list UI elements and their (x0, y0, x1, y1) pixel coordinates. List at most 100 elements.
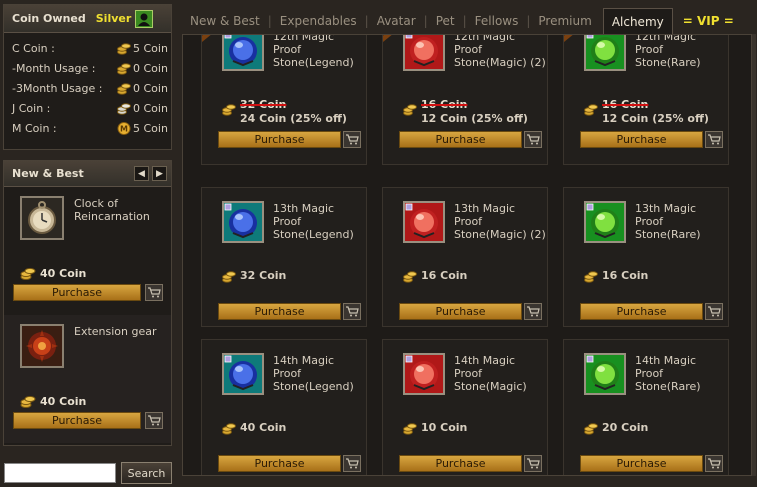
purchase-button[interactable]: Purchase (13, 284, 141, 301)
product-name: 14th Magic Proof Stone(Legend) (273, 354, 354, 393)
coin-row: -Month Usage : 0 Coin (4, 58, 171, 78)
cart-icon (147, 287, 161, 298)
tab-premium[interactable]: Premium (530, 14, 599, 28)
product-card: SALE 12th Magic Proof Stone(Rare) 16 Coin1… (563, 34, 729, 165)
item-name: Extension gear (74, 325, 157, 338)
coin-stack-icon (584, 271, 598, 283)
purchase-button[interactable]: Purchase (580, 303, 703, 320)
coin-row: C Coin : 5 Coin (4, 38, 171, 58)
product-grid: SALE 12th Magic Proof Stone(Legend) 32 Coi… (182, 34, 752, 476)
coin-value: 0 Coin (133, 81, 168, 95)
cart-button[interactable] (343, 455, 361, 472)
original-price: 32 Coin (240, 98, 287, 111)
scrollbar[interactable] (752, 34, 756, 476)
cart-button[interactable] (705, 303, 723, 320)
tab-alchemy[interactable]: Alchemy (602, 8, 673, 34)
coin-stack-icon (584, 104, 598, 116)
stone-item-image[interactable] (403, 353, 445, 395)
cart-icon (526, 306, 540, 317)
svg-text:M: M (120, 124, 128, 133)
stone-item-image[interactable] (222, 201, 264, 243)
product-card: 14th Magic Proof Stone(Rare) 20 Coin Purch… (563, 339, 729, 475)
product-price: 16 Coin (602, 269, 649, 282)
cart-button[interactable] (524, 131, 542, 148)
purchase-button[interactable]: Purchase (580, 455, 703, 472)
tab-new-best[interactable]: New & Best (182, 14, 268, 28)
coin-stack-icon (403, 104, 417, 116)
tab-vip[interactable]: = VIP = (683, 14, 734, 28)
new-best-item: Clock of Reincarnation 40 Coin Purchase (4, 187, 171, 315)
product-name: 13th Magic Proof Stone(Legend) (273, 202, 354, 241)
cart-icon (345, 306, 359, 317)
product-card: 14th Magic Proof Stone(Magic) 10 Coin Purc… (382, 339, 548, 475)
product-card: SALE 12th Magic Proof Stone(Magic) (2) 16 … (382, 35, 548, 165)
search-button[interactable]: Search (121, 462, 172, 484)
purchase-button[interactable]: Purchase (218, 455, 341, 472)
coin-row: M Coin : M 5 Coin (4, 118, 171, 138)
prev-arrow-button[interactable]: ◀ (134, 166, 149, 181)
search-input[interactable] (4, 463, 116, 483)
sale-badge: SALE (564, 35, 596, 42)
membership-tier: Silver (95, 12, 132, 25)
cart-icon (526, 458, 540, 469)
product-price: 16 Coin (421, 269, 468, 282)
purchase-button[interactable]: Purchase (580, 131, 703, 148)
sale-price: 24 Coin (25% off) (240, 112, 347, 125)
clock-item-image[interactable] (20, 196, 64, 240)
tab-fellows[interactable]: Fellows (467, 14, 527, 28)
extension-gear-item-image[interactable] (20, 324, 64, 368)
product-name: 12th Magic Proof Stone(Legend) (273, 34, 354, 69)
tab-expendables[interactable]: Expendables (272, 14, 365, 28)
product-card: SALE 12th Magic Proof Stone(Legend) 32 Coi… (201, 34, 367, 165)
coin-stack-icon (117, 62, 131, 75)
coin-stack-icon (20, 268, 36, 280)
cart-button[interactable] (343, 131, 361, 148)
stone-item-image[interactable] (584, 353, 626, 395)
item-price: 40 Coin (20, 267, 86, 280)
purchase-button[interactable]: Purchase (13, 412, 141, 429)
cart-button[interactable] (145, 284, 163, 301)
coin-label: J Coin : (12, 101, 51, 115)
cart-button[interactable] (524, 455, 542, 472)
coin-value: 0 Coin (133, 101, 168, 115)
cart-button[interactable] (524, 303, 542, 320)
coin-row: J Coin : 0 Coin (4, 98, 171, 118)
product-card: 14th Magic Proof Stone(Legend) 40 Coin Pur… (201, 339, 367, 475)
purchase-button[interactable]: Purchase (399, 303, 522, 320)
coin-stack-icon (117, 82, 131, 95)
product-price: 10 Coin (421, 421, 468, 434)
next-arrow-button[interactable]: ▶ (152, 166, 167, 181)
cart-icon (707, 306, 721, 317)
original-price: 16 Coin (421, 98, 468, 111)
purchase-button[interactable]: Purchase (399, 455, 522, 472)
coin-label: M Coin : (12, 121, 57, 135)
coin-owned-title: Coin Owned (12, 12, 86, 25)
coin-stack-icon (222, 271, 236, 283)
purchase-button[interactable]: Purchase (218, 303, 341, 320)
stone-item-image[interactable] (403, 201, 445, 243)
coin-owned-header: Coin Owned Silver (4, 5, 171, 33)
cart-icon (345, 134, 359, 145)
new-best-header: New & Best ◀ ▶ (4, 161, 171, 187)
coin-stack-icon (584, 423, 598, 435)
product-name: 12th Magic Proof Stone(Rare) (635, 34, 701, 69)
item-price: 40 Coin (20, 395, 86, 408)
cart-button[interactable] (705, 131, 723, 148)
tab-avatar[interactable]: Avatar (369, 14, 424, 28)
coin-stack-icon (403, 423, 417, 435)
cart-button[interactable] (343, 303, 361, 320)
cart-button[interactable] (145, 412, 163, 429)
tab-pet[interactable]: Pet (428, 14, 463, 28)
stone-item-image[interactable] (584, 201, 626, 243)
coin-stack-silver-icon (117, 102, 131, 115)
coin-stack-icon (20, 396, 36, 408)
coin-stack-icon (222, 423, 236, 435)
purchase-button[interactable]: Purchase (218, 131, 341, 148)
item-name: Clock of Reincarnation (74, 197, 150, 223)
product-price: 32 Coin (240, 269, 287, 282)
stone-item-image[interactable] (222, 353, 264, 395)
purchase-button[interactable]: Purchase (399, 131, 522, 148)
coin-value: 5 Coin (133, 121, 168, 135)
cart-button[interactable] (705, 455, 723, 472)
m-coin-icon: M (117, 121, 131, 135)
